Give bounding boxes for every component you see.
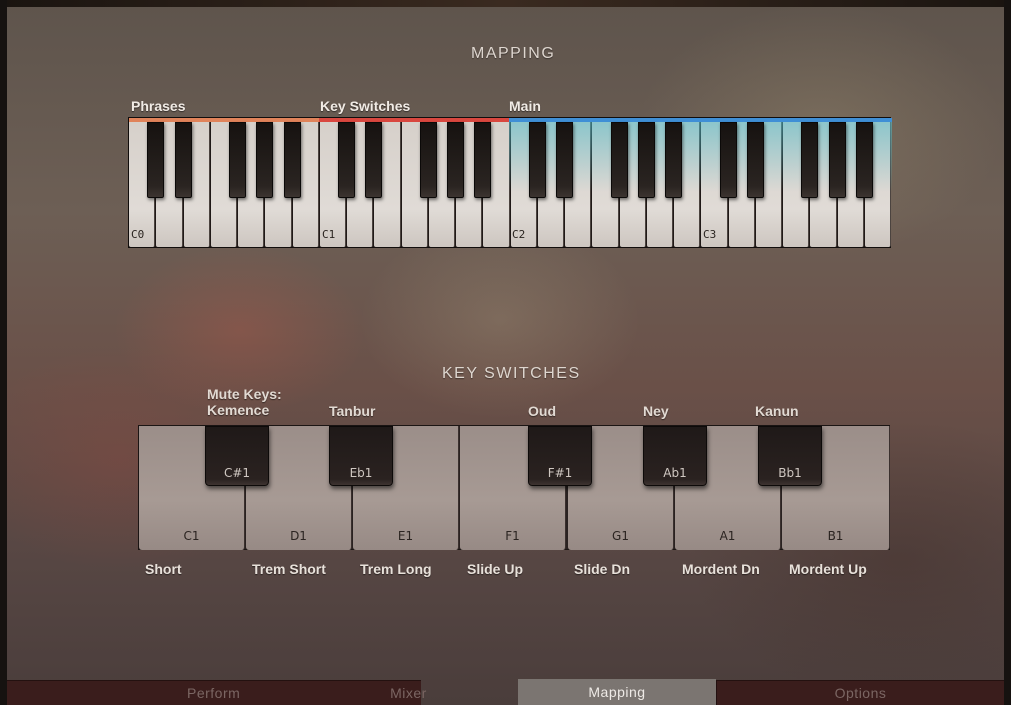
articulation-trem-short: Trem Short: [252, 561, 326, 577]
label-oud: Oud: [528, 403, 556, 419]
black-key-f-sharp0[interactable]: [229, 122, 246, 198]
octave-label-c1: C1: [322, 228, 336, 241]
label-mute-keys-kemence: Mute Keys: Kemence: [207, 386, 282, 418]
ks-note-csharp1: C#1: [223, 466, 251, 480]
ks-note-c1: C1: [183, 529, 200, 543]
black-key-c-sharp0[interactable]: [147, 122, 165, 198]
zone-label-main: Main: [509, 98, 541, 114]
black-key-a-sharp3[interactable]: [855, 122, 873, 198]
zone-label-key-switches: Key Switches: [320, 98, 411, 114]
ks-note-a1: A1: [719, 529, 736, 543]
black-key-g-sharp2[interactable]: [637, 122, 655, 198]
black-key-c-sharp2[interactable]: [528, 122, 546, 198]
window-frame-right: [1004, 0, 1011, 705]
black-key-c-sharp3[interactable]: [719, 122, 737, 198]
app-window: MAPPING Phrases Key Switches Main C0 C1 …: [0, 0, 1011, 705]
black-key-c-sharp1[interactable]: [338, 122, 355, 198]
articulation-slide-up: Slide Up: [467, 561, 524, 577]
ks-key-fsharp1[interactable]: F#1: [528, 426, 592, 486]
zone-label-phrases: Phrases: [131, 98, 186, 114]
tab-bar: Perform Mixer Mapping Options: [7, 679, 1004, 705]
black-key-f-sharp3[interactable]: [801, 122, 819, 198]
label-kanun: Kanun: [755, 403, 799, 419]
black-key-d-sharp3[interactable]: [746, 122, 764, 198]
label-tanbur: Tanbur: [329, 403, 376, 419]
black-key-d-sharp0[interactable]: [174, 122, 192, 198]
ks-note-g1: G1: [612, 529, 629, 543]
window-frame-top: [0, 0, 1011, 7]
octave-label-c3: C3: [703, 228, 717, 241]
key-switches-title: KEY SWITCHES: [442, 365, 581, 382]
ks-key-ab1[interactable]: Ab1: [643, 426, 707, 486]
tab-mixer[interactable]: Mixer: [307, 680, 518, 705]
black-key-d-sharp1[interactable]: [365, 122, 383, 198]
black-key-a-sharp1[interactable]: [474, 122, 492, 198]
label-ney: Ney: [643, 403, 669, 419]
black-key-a-sharp2[interactable]: [665, 122, 682, 198]
black-key-g-sharp0[interactable]: [256, 122, 274, 198]
ks-key-eb1[interactable]: Eb1: [329, 426, 393, 486]
octave-label-c2: C2: [512, 228, 526, 241]
tab-perform-label: Perform: [187, 685, 241, 701]
ks-key-csharp1[interactable]: C#1: [205, 426, 269, 486]
ks-note-d1: D1: [290, 529, 307, 543]
articulation-short: Short: [145, 561, 182, 577]
ks-note-b1: B1: [827, 529, 844, 543]
black-key-g-sharp1[interactable]: [447, 122, 464, 198]
ks-note-e1: E1: [397, 529, 414, 543]
tab-options[interactable]: Options: [717, 680, 1004, 705]
black-key-g-sharp3[interactable]: [828, 122, 846, 198]
articulation-mordent-dn: Mordent Dn: [682, 561, 760, 577]
window-frame-left: [0, 0, 7, 705]
tab-options-label: Options: [834, 685, 887, 701]
ks-key-bb1[interactable]: Bb1: [758, 426, 822, 486]
black-key-a-sharp0[interactable]: [283, 122, 301, 198]
articulation-mordent-up: Mordent Up: [789, 561, 867, 577]
tab-mixer-label: Mixer: [390, 684, 427, 701]
black-key-f-sharp2[interactable]: [610, 122, 628, 198]
ks-note-bb1: Bb1: [778, 466, 802, 480]
ks-note-fsharp1: F#1: [547, 466, 573, 480]
octave-label-c0: C0: [131, 228, 145, 241]
ks-note-f1: F1: [505, 529, 520, 543]
ks-note-eb1: Eb1: [349, 466, 373, 480]
ks-note-ab1: Ab1: [663, 466, 687, 480]
articulation-trem-long: Trem Long: [360, 561, 432, 577]
key-switch-keyboard: C1 D1 E1 F1 G1 A1 B1 C#1 Eb1 F#1 Ab1 Bb1: [138, 425, 890, 550]
tab-mapping[interactable]: Mapping: [518, 679, 716, 705]
black-key-d-sharp2[interactable]: [556, 122, 573, 198]
tab-mapping-label: Mapping: [588, 684, 646, 700]
articulation-slide-dn: Slide Dn: [574, 561, 631, 577]
black-key-f-sharp1[interactable]: [419, 122, 437, 198]
mapping-title: MAPPING: [471, 45, 556, 62]
mapping-keyboard[interactable]: C0 C1 C2 C3: [128, 117, 892, 248]
